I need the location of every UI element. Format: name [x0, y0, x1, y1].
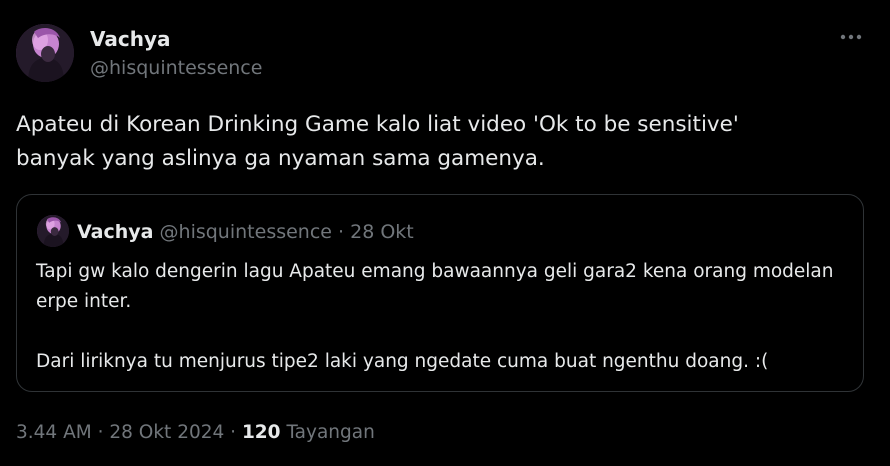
- tweet-date[interactable]: 28 Okt 2024: [109, 422, 224, 443]
- views-label: Tayangan: [280, 422, 375, 443]
- quote-author-avatar: [37, 215, 69, 247]
- tweet-meta: 3.44 AM · 28 Okt 2024 · 120 Tayangan: [16, 421, 375, 445]
- quote-avatar-image: [37, 215, 69, 247]
- tweet-time[interactable]: 3.44 AM: [16, 422, 92, 443]
- quote-date: 28 Okt: [350, 221, 414, 243]
- quote-paragraph: Dari liriknya tu menjurus tipe2 laki yan…: [36, 351, 769, 372]
- author-display-name[interactable]: Vachya: [90, 26, 171, 52]
- views-count: 120: [241, 422, 281, 443]
- more-options-button[interactable]: [834, 24, 868, 50]
- author-avatar[interactable]: [16, 24, 74, 82]
- meta-separator: ·: [224, 422, 242, 443]
- avatar-image: [16, 24, 74, 82]
- quote-author-handle: @hisquintessence: [159, 221, 332, 243]
- more-horizontal-icon: [840, 34, 862, 40]
- author-handle[interactable]: @hisquintessence: [90, 56, 262, 80]
- quote-separator: ·: [331, 221, 351, 243]
- quote-text: Tapi gw kalo dengerin lagu Apateu emang …: [36, 257, 846, 377]
- quoted-tweet-card[interactable]: Vachya @hisquintessence · 28 Okt Tapi gw…: [16, 194, 864, 392]
- quote-author-display-name: Vachya: [77, 221, 154, 243]
- quote-paragraph: Tapi gw kalo dengerin lagu Apateu emang …: [36, 261, 834, 312]
- tweet: Vachya @hisquintessence Apateu di Korean…: [0, 0, 890, 466]
- quote-header: Vachya @hisquintessence · 28 Okt: [77, 219, 414, 245]
- tweet-text: Apateu di Korean Drinking Game kalo liat…: [16, 112, 739, 171]
- meta-separator: ·: [91, 422, 110, 443]
